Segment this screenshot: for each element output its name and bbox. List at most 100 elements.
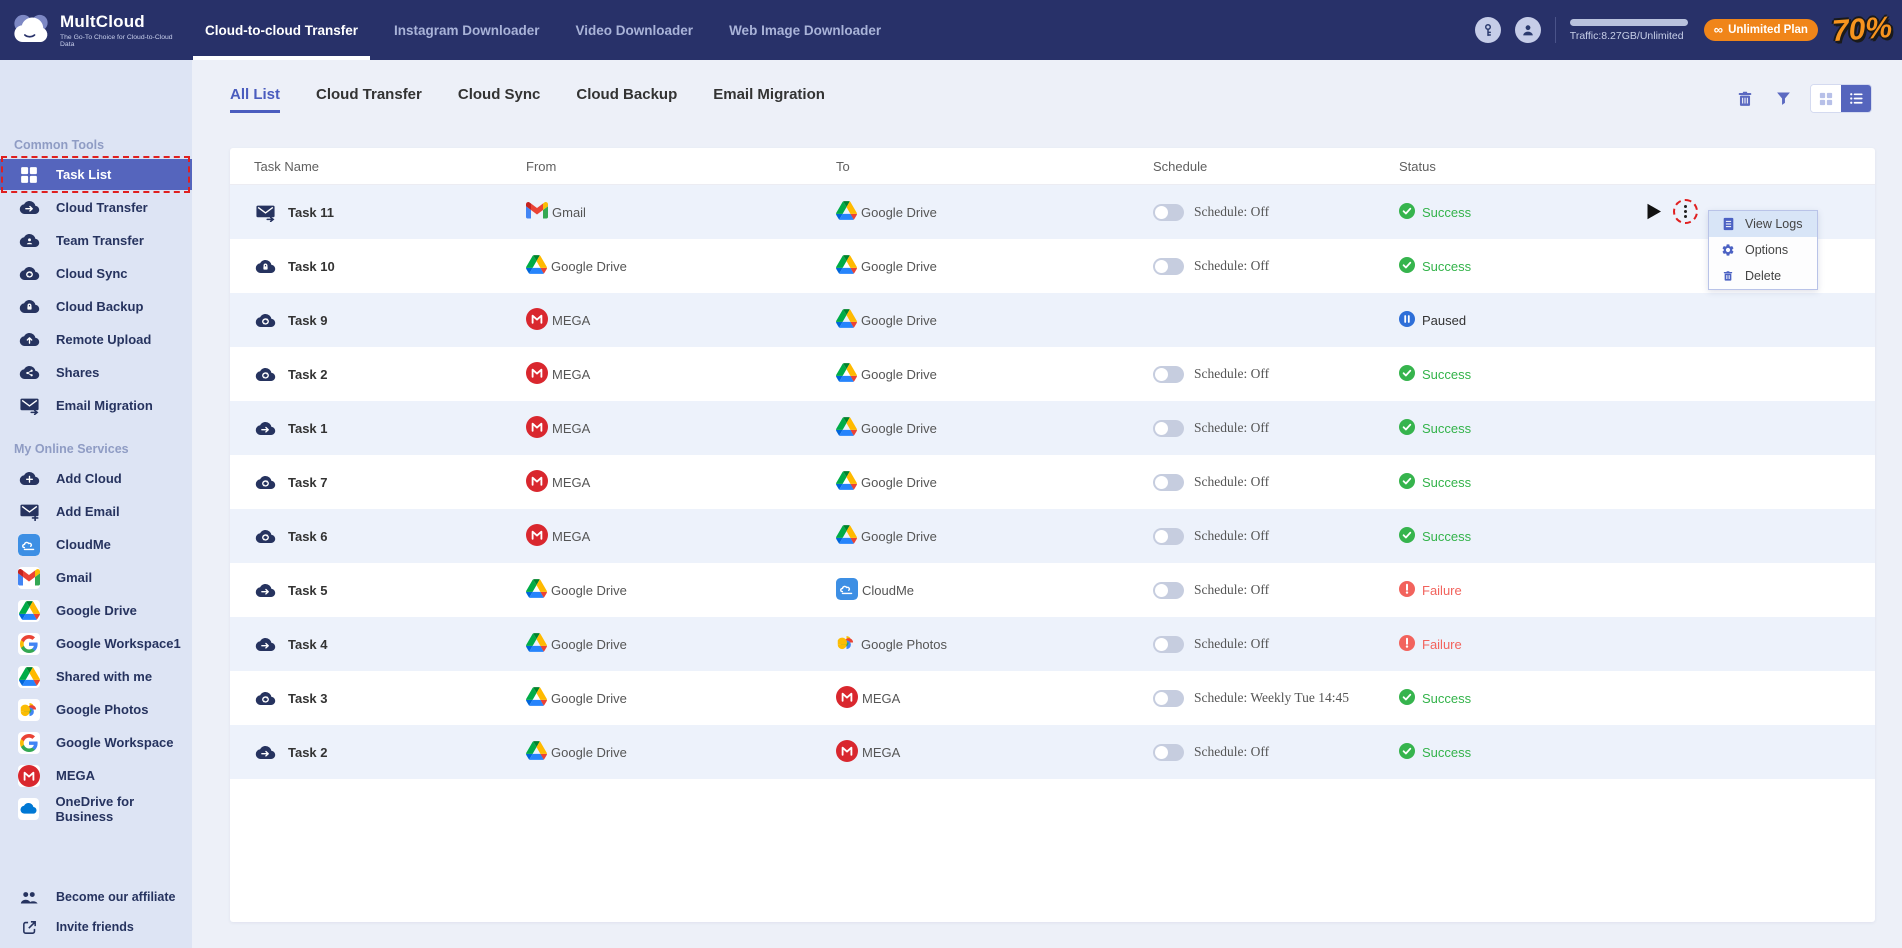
tab-cloud-transfer[interactable]: Cloud Transfer [316, 86, 422, 113]
context-menu-options[interactable]: Options [1709, 237, 1817, 263]
sidebar-footer: Become our affiliate Invite friends [0, 882, 192, 942]
sidebar-footer-become-our-affiliate[interactable]: Become our affiliate [0, 882, 192, 912]
context-menu-view-logs[interactable]: View Logs [1709, 211, 1817, 237]
nav-link-web-image-downloader[interactable]: Web Image Downloader [729, 0, 881, 60]
schedule-toggle[interactable] [1153, 365, 1184, 383]
google-drive-icon [526, 255, 547, 277]
google-drive-icon [836, 255, 857, 277]
col-status: Status [1399, 158, 1436, 174]
to-service-name: Google Drive [861, 420, 937, 436]
from-service-name: MEGA [552, 474, 591, 490]
sidebar-item-shares[interactable]: Shares [0, 356, 192, 389]
row-context-menu: View Logs Options Delete [1708, 210, 1818, 290]
sidebar-item-label: Cloud Sync [56, 266, 128, 281]
table-row-task-4[interactable]: Task 4 Google Drive Google Photos Schedule:… [230, 617, 1875, 671]
schedule-toggle[interactable] [1153, 743, 1184, 761]
google-g-icon [18, 731, 40, 754]
schedule-toggle[interactable] [1153, 689, 1184, 707]
nav-link-instagram-downloader[interactable]: Instagram Downloader [394, 0, 540, 60]
logs-icon [1721, 217, 1735, 231]
sidebar-item-gmail[interactable]: Gmail [0, 561, 192, 594]
user-icon[interactable] [1514, 17, 1541, 43]
sidebar-item-add-cloud[interactable]: Add Cloud [0, 462, 192, 495]
sidebar-item-cloud-transfer[interactable]: Cloud Transfer [0, 191, 192, 224]
sidebar-section-title: My Online Services [14, 442, 129, 456]
sidebar-footer-invite-friends[interactable]: Invite friends [0, 912, 192, 942]
sidebar-item-cloud-sync[interactable]: Cloud Sync [0, 257, 192, 290]
sidebar-item-google-drive[interactable]: Google Drive [0, 594, 192, 627]
from-service-name: Gmail [552, 204, 586, 220]
sidebar-item-mega[interactable]: MEGA [0, 759, 192, 792]
status-success-icon [1399, 526, 1415, 546]
play-task-button[interactable] [1646, 203, 1662, 220]
to-service-name: Google Drive [861, 474, 937, 490]
grid-view-icon[interactable] [1811, 85, 1841, 112]
mega-icon [526, 469, 548, 495]
table-row-task-11[interactable]: Task 11 Gmail Google Drive Schedule: Off Suc… [230, 185, 1875, 239]
table-row-task-5[interactable]: Task 5 Google Drive CloudMe Schedule: Off Fa… [230, 563, 1875, 617]
sidebar-section-title: Common Tools [14, 138, 105, 152]
sidebar-item-cloud-backup[interactable]: Cloud Backup [0, 290, 192, 323]
schedule-toggle[interactable] [1153, 635, 1184, 653]
google-drive-icon [18, 665, 40, 688]
sidebar-item-shared-with-me[interactable]: Shared with me [0, 660, 192, 693]
nav-link-video-downloader[interactable]: Video Downloader [576, 0, 694, 60]
context-menu-delete[interactable]: Delete [1709, 263, 1817, 289]
sidebar-item-google-workspace[interactable]: Google Workspace [0, 726, 192, 759]
cloud-sync-icon [254, 687, 276, 709]
table-row-task-9[interactable]: Task 9 MEGA Google Drive Paused [230, 293, 1875, 347]
status-success-icon [1399, 688, 1415, 708]
mega-icon [526, 415, 548, 441]
tab-email-migration[interactable]: Email Migration [713, 86, 825, 113]
schedule-toggle[interactable] [1153, 527, 1184, 545]
onedrive-icon [18, 797, 40, 820]
sidebar-item-label: Google Workspace1 [56, 636, 181, 651]
table-row-task-2[interactable]: Task 2 Google Drive MEGA Schedule: Off Succe… [230, 725, 1875, 779]
sidebar-item-cloudme[interactable]: CloudMe [0, 528, 192, 561]
schedule-toggle[interactable] [1153, 581, 1184, 599]
table-row-task-2[interactable]: Task 2 MEGA Google Drive Schedule: Off Succe… [230, 347, 1875, 401]
sidebar-item-onedrive-for-business[interactable]: OneDrive for Business [0, 792, 192, 825]
table-row-task-6[interactable]: Task 6 MEGA Google Drive Schedule: Off Succe… [230, 509, 1875, 563]
sidebar-item-team-transfer[interactable]: Team Transfer [0, 224, 192, 257]
status-label: Success [1422, 690, 1472, 706]
table-row-task-7[interactable]: Task 7 MEGA Google Drive Schedule: Off Succe… [230, 455, 1875, 509]
kebab-menu-icon[interactable] [1684, 205, 1687, 218]
sidebar-item-google-workspace1[interactable]: Google Workspace1 [0, 627, 192, 660]
schedule-label: Schedule: Off [1194, 744, 1270, 759]
task-name: Task 5 [288, 582, 328, 598]
google-g-icon [18, 632, 40, 655]
sidebar-item-task-list[interactable]: Task List [0, 156, 192, 193]
gear-icon [1721, 243, 1735, 257]
add-email-icon [18, 501, 40, 523]
sidebar-item-add-email[interactable]: Add Email [0, 495, 192, 528]
table-row-task-1[interactable]: Task 1 MEGA Google Drive Schedule: Off Succe… [230, 401, 1875, 455]
schedule-toggle[interactable] [1153, 473, 1184, 491]
task-name: Task 10 [288, 258, 335, 274]
delete-icon[interactable] [1734, 88, 1756, 110]
list-view-icon[interactable] [1841, 85, 1871, 112]
schedule-label: Schedule: Off [1194, 420, 1270, 435]
schedule-toggle[interactable] [1153, 257, 1184, 275]
task-name: Task 2 [288, 744, 328, 760]
key-icon[interactable] [1474, 17, 1501, 43]
google-drive-icon [836, 525, 857, 547]
from-service-name: Google Drive [551, 690, 627, 706]
promo-70-badge[interactable]: 70% [1831, 11, 1893, 49]
tab-cloud-backup[interactable]: Cloud Backup [576, 86, 677, 113]
tab-cloud-sync[interactable]: Cloud Sync [458, 86, 541, 113]
sidebar-item-remote-upload[interactable]: Remote Upload [0, 323, 192, 356]
sidebar-item-google-photos[interactable]: Google Photos [0, 693, 192, 726]
schedule-toggle[interactable] [1153, 419, 1184, 437]
google-photos-icon [836, 632, 857, 656]
brand-logo[interactable]: MultCloud The Go-To Choice for Cloud-to-… [0, 10, 185, 51]
unlimited-plan-button[interactable]: ∞ Unlimited Plan [1703, 19, 1818, 41]
nav-link-cloud-to-cloud-transfer[interactable]: Cloud-to-cloud Transfer [193, 0, 370, 60]
table-row-task-10[interactable]: Task 10 Google Drive Google Drive Schedule:… [230, 239, 1875, 293]
schedule-toggle[interactable] [1153, 203, 1184, 221]
table-row-task-3[interactable]: Task 3 Google Drive MEGA Schedule: Weekly T… [230, 671, 1875, 725]
tab-all-list[interactable]: All List [230, 86, 281, 113]
filter-icon[interactable] [1772, 88, 1794, 110]
sidebar-item-email-migration[interactable]: Email Migration [0, 389, 192, 422]
col-to: To [836, 158, 850, 174]
